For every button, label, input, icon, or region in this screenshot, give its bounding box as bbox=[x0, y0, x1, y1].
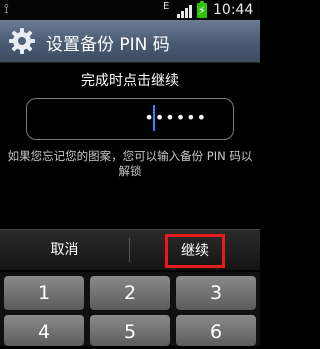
pin-input[interactable]: •••••• bbox=[26, 98, 234, 140]
page-title: 设置备份 PIN 码 bbox=[46, 35, 170, 55]
numeric-keypad: 1 2 3 4 5 6 bbox=[0, 272, 260, 346]
network-type: E bbox=[163, 1, 170, 12]
signal-bars-icon bbox=[177, 5, 193, 18]
clock: 10:44 bbox=[213, 2, 254, 18]
gear-icon bbox=[9, 28, 35, 54]
action-divider bbox=[129, 238, 130, 262]
battery-icon: ⚡ bbox=[197, 1, 207, 18]
continue-button[interactable]: 继续 bbox=[165, 234, 225, 268]
usb-icon: ⟟ bbox=[4, 2, 9, 17]
title-bar: 设置备份 PIN 码 bbox=[0, 20, 260, 63]
instruction-text: 完成时点击继续 bbox=[81, 73, 179, 89]
key-4[interactable]: 4 bbox=[4, 315, 84, 346]
key-5[interactable]: 5 bbox=[90, 315, 170, 346]
key-2[interactable]: 2 bbox=[90, 276, 170, 310]
hint-text: 如果您忘记您的图案，您可以输入备份 PIN 码以解锁 bbox=[7, 149, 253, 178]
text-cursor bbox=[153, 105, 155, 131]
key-3[interactable]: 3 bbox=[176, 276, 256, 310]
cancel-button[interactable]: 取消 bbox=[0, 230, 129, 270]
signal-indicator: E bbox=[163, 1, 193, 19]
key-6[interactable]: 6 bbox=[176, 315, 256, 346]
key-1[interactable]: 1 bbox=[4, 276, 84, 310]
status-bar: ⟟ E ⚡ 10:44 bbox=[0, 0, 260, 20]
action-bar: 取消 继续 bbox=[0, 229, 260, 270]
pin-value: •••••• bbox=[144, 108, 207, 127]
charging-icon: ⚡ bbox=[198, 4, 206, 17]
